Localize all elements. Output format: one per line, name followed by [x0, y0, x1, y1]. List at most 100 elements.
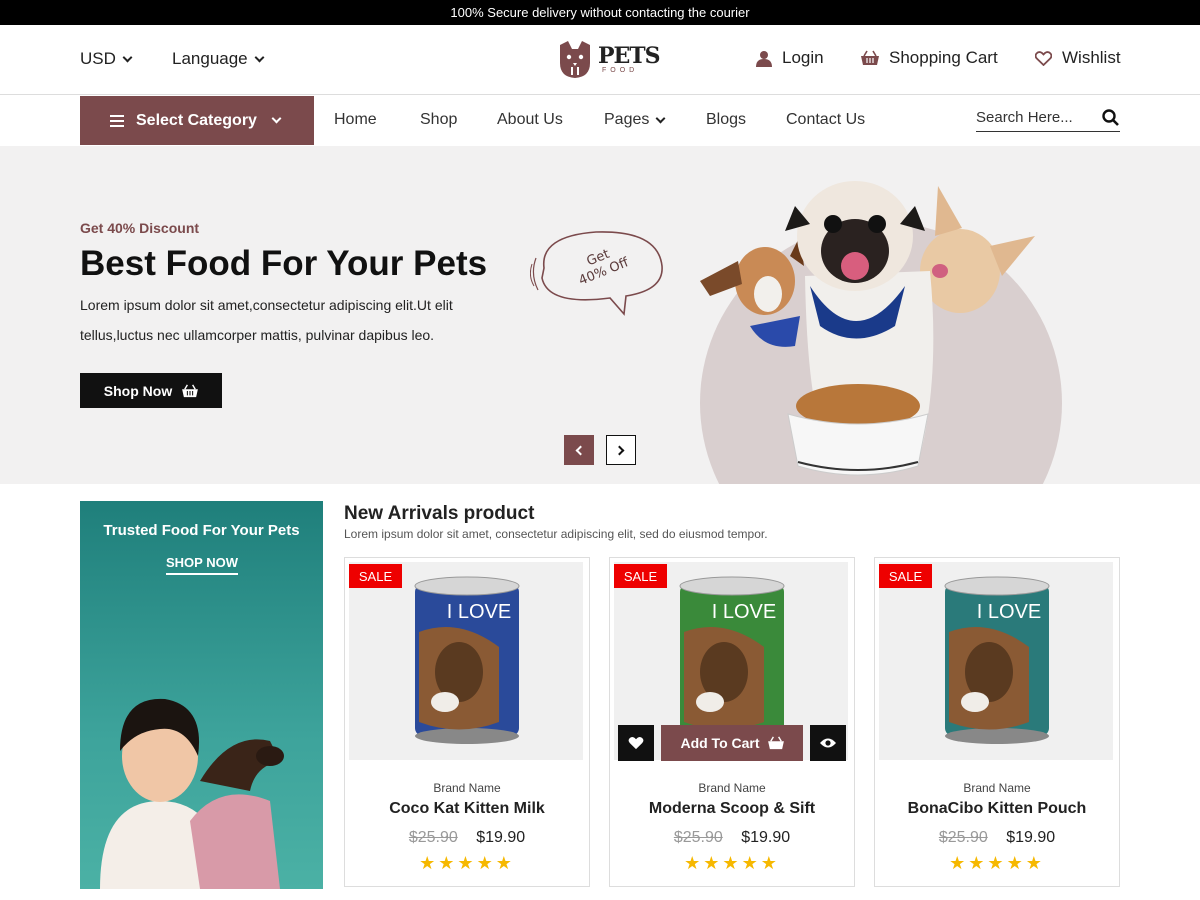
- announcement-text: 100% Secure delivery without contacting …: [450, 5, 750, 20]
- site-logo[interactable]: PETS FOOD: [556, 39, 661, 79]
- nav-item-label: Shop: [420, 111, 458, 128]
- nav-item-label: Blogs: [706, 111, 747, 128]
- product-card[interactable]: I LOVE SALE Add To Cart Brand Name Moder…: [609, 557, 855, 887]
- eye-icon: [820, 738, 836, 748]
- current-price: $19.90: [476, 829, 526, 846]
- nav-item-label: About Us: [497, 111, 563, 128]
- star-rating: ★★★★★: [684, 853, 780, 873]
- product-image[interactable]: I LOVE: [879, 562, 1113, 760]
- old-price: $25.90: [408, 829, 458, 846]
- nav-item-contact-us[interactable]: Contact Us: [786, 111, 865, 129]
- select-category-button[interactable]: Select Category: [80, 96, 314, 145]
- promo-shop-now-link[interactable]: SHOP NOW: [166, 555, 238, 575]
- chevron-left-icon: [575, 445, 586, 455]
- chevron-down-icon: [655, 113, 666, 123]
- search-input[interactable]: [976, 109, 1096, 126]
- currency-label: USD: [80, 49, 116, 68]
- search-box: [976, 104, 1120, 132]
- heart-icon: [1035, 50, 1052, 66]
- product-name[interactable]: BonaCibo Kitten Pouch: [875, 800, 1119, 818]
- old-price: $25.90: [938, 829, 988, 846]
- user-icon: [756, 50, 772, 67]
- shop-now-label: Shop Now: [103, 382, 173, 399]
- nav-item-home[interactable]: Home: [334, 111, 377, 129]
- nav-item-shop[interactable]: Shop: [420, 111, 457, 129]
- site-header: USD Language PETS FOOD Login Shopping Ca…: [0, 25, 1200, 95]
- sale-badge: SALE: [349, 564, 402, 588]
- hero-title: Best Food For Your Pets: [80, 244, 488, 283]
- pet-food-can-image: I LOVE: [414, 576, 520, 744]
- language-dropdown[interactable]: Language: [172, 49, 265, 69]
- sale-badge: SALE: [614, 564, 667, 588]
- nav-item-label: Pages: [604, 111, 650, 128]
- shop-now-button[interactable]: Shop Now: [80, 373, 222, 408]
- product-card[interactable]: I LOVE SALE Brand Name Coco Kat Kitten M…: [344, 557, 590, 887]
- select-category-label: Select Category: [136, 111, 257, 129]
- product-price: $25.90 $19.90: [875, 829, 1119, 847]
- add-to-cart-button[interactable]: Add To Cart: [661, 725, 803, 761]
- search-icon[interactable]: [1102, 109, 1119, 126]
- language-label: Language: [172, 49, 248, 68]
- hamburger-menu-icon: [110, 114, 124, 127]
- product-actions: Add To Cart: [618, 725, 846, 761]
- hero-banner: Get 40% Discount Best Food For Your Pets…: [0, 146, 1200, 484]
- hero-prev-button[interactable]: [564, 435, 594, 465]
- logo-main-text: PETS: [598, 42, 661, 69]
- main-navigation: Select Category Home Shop About Us Pages…: [0, 96, 1200, 146]
- promo-title: Trusted Food For Your Pets: [103, 522, 300, 539]
- star-rating: ★★★★★: [949, 853, 1045, 873]
- hero-next-button[interactable]: [606, 435, 636, 465]
- product-image[interactable]: I LOVE: [349, 562, 583, 760]
- hero-dogs-image: [700, 181, 1035, 476]
- pet-food-can-image: I LOVE: [944, 576, 1050, 744]
- wishlist-label: Wishlist: [1062, 48, 1121, 67]
- chevron-down-icon: [271, 113, 282, 124]
- product-brand: Brand Name: [433, 781, 501, 795]
- heart-icon: [628, 737, 644, 750]
- svg-text:I LOVE: I LOVE: [977, 601, 1041, 623]
- chevron-down-icon: [122, 52, 133, 62]
- nav-item-label: Home: [334, 111, 377, 128]
- add-to-wishlist-button[interactable]: [618, 725, 654, 761]
- top-announcement-bar: 100% Secure delivery without contacting …: [0, 0, 1200, 25]
- star-rating: ★★★★★: [419, 853, 515, 873]
- sale-badge: SALE: [879, 564, 932, 588]
- woman-with-dog-image: [100, 698, 284, 889]
- login-label: Login: [782, 48, 824, 67]
- product-brand: Brand Name: [698, 781, 766, 795]
- nav-item-about-us[interactable]: About Us: [497, 111, 563, 129]
- svg-text:I LOVE: I LOVE: [712, 601, 776, 623]
- product-price: $25.90 $19.90: [610, 829, 854, 847]
- shopping-cart-label: Shopping Cart: [889, 48, 998, 67]
- wishlist-link[interactable]: Wishlist: [1035, 48, 1121, 68]
- product-name[interactable]: Coco Kat Kitten Milk: [345, 800, 589, 818]
- hero-description: Lorem ipsum dolor sit amet,consectetur a…: [80, 297, 453, 343]
- basket-icon: [767, 736, 784, 750]
- currency-dropdown[interactable]: USD: [80, 49, 133, 69]
- add-to-cart-label: Add To Cart: [680, 735, 760, 751]
- product-card[interactable]: I LOVE SALE Brand Name BonaCibo Kitten P…: [874, 557, 1120, 887]
- login-link[interactable]: Login: [756, 48, 824, 68]
- product-brand: Brand Name: [963, 781, 1031, 795]
- chevron-down-icon: [254, 52, 265, 62]
- chevron-right-icon: [614, 445, 625, 455]
- nav-item-pages[interactable]: Pages: [604, 111, 666, 129]
- hero-kicker: Get 40% Discount: [80, 220, 200, 236]
- dog-head-logo-icon: [560, 41, 590, 78]
- quick-view-button[interactable]: [810, 725, 846, 761]
- promo-banner: Trusted Food For Your Pets SHOP NOW: [80, 501, 323, 889]
- shopping-cart-link[interactable]: Shopping Cart: [861, 48, 998, 68]
- product-price: $25.90 $19.90: [345, 829, 589, 847]
- old-price: $25.90: [673, 829, 723, 846]
- nav-item-blogs[interactable]: Blogs: [706, 111, 746, 129]
- basket-icon: [182, 384, 199, 397]
- basket-icon: [861, 50, 879, 65]
- section-title: New Arrivals product: [344, 503, 535, 524]
- nav-item-label: Contact Us: [786, 111, 866, 128]
- current-price: $19.90: [1006, 829, 1056, 846]
- product-name[interactable]: Moderna Scoop & Sift: [610, 800, 854, 818]
- section-subtitle: Lorem ipsum dolor sit amet, consectetur …: [344, 527, 768, 541]
- current-price: $19.90: [741, 829, 791, 846]
- logo-sub-text: FOOD: [602, 66, 639, 74]
- svg-text:I LOVE: I LOVE: [447, 601, 511, 623]
